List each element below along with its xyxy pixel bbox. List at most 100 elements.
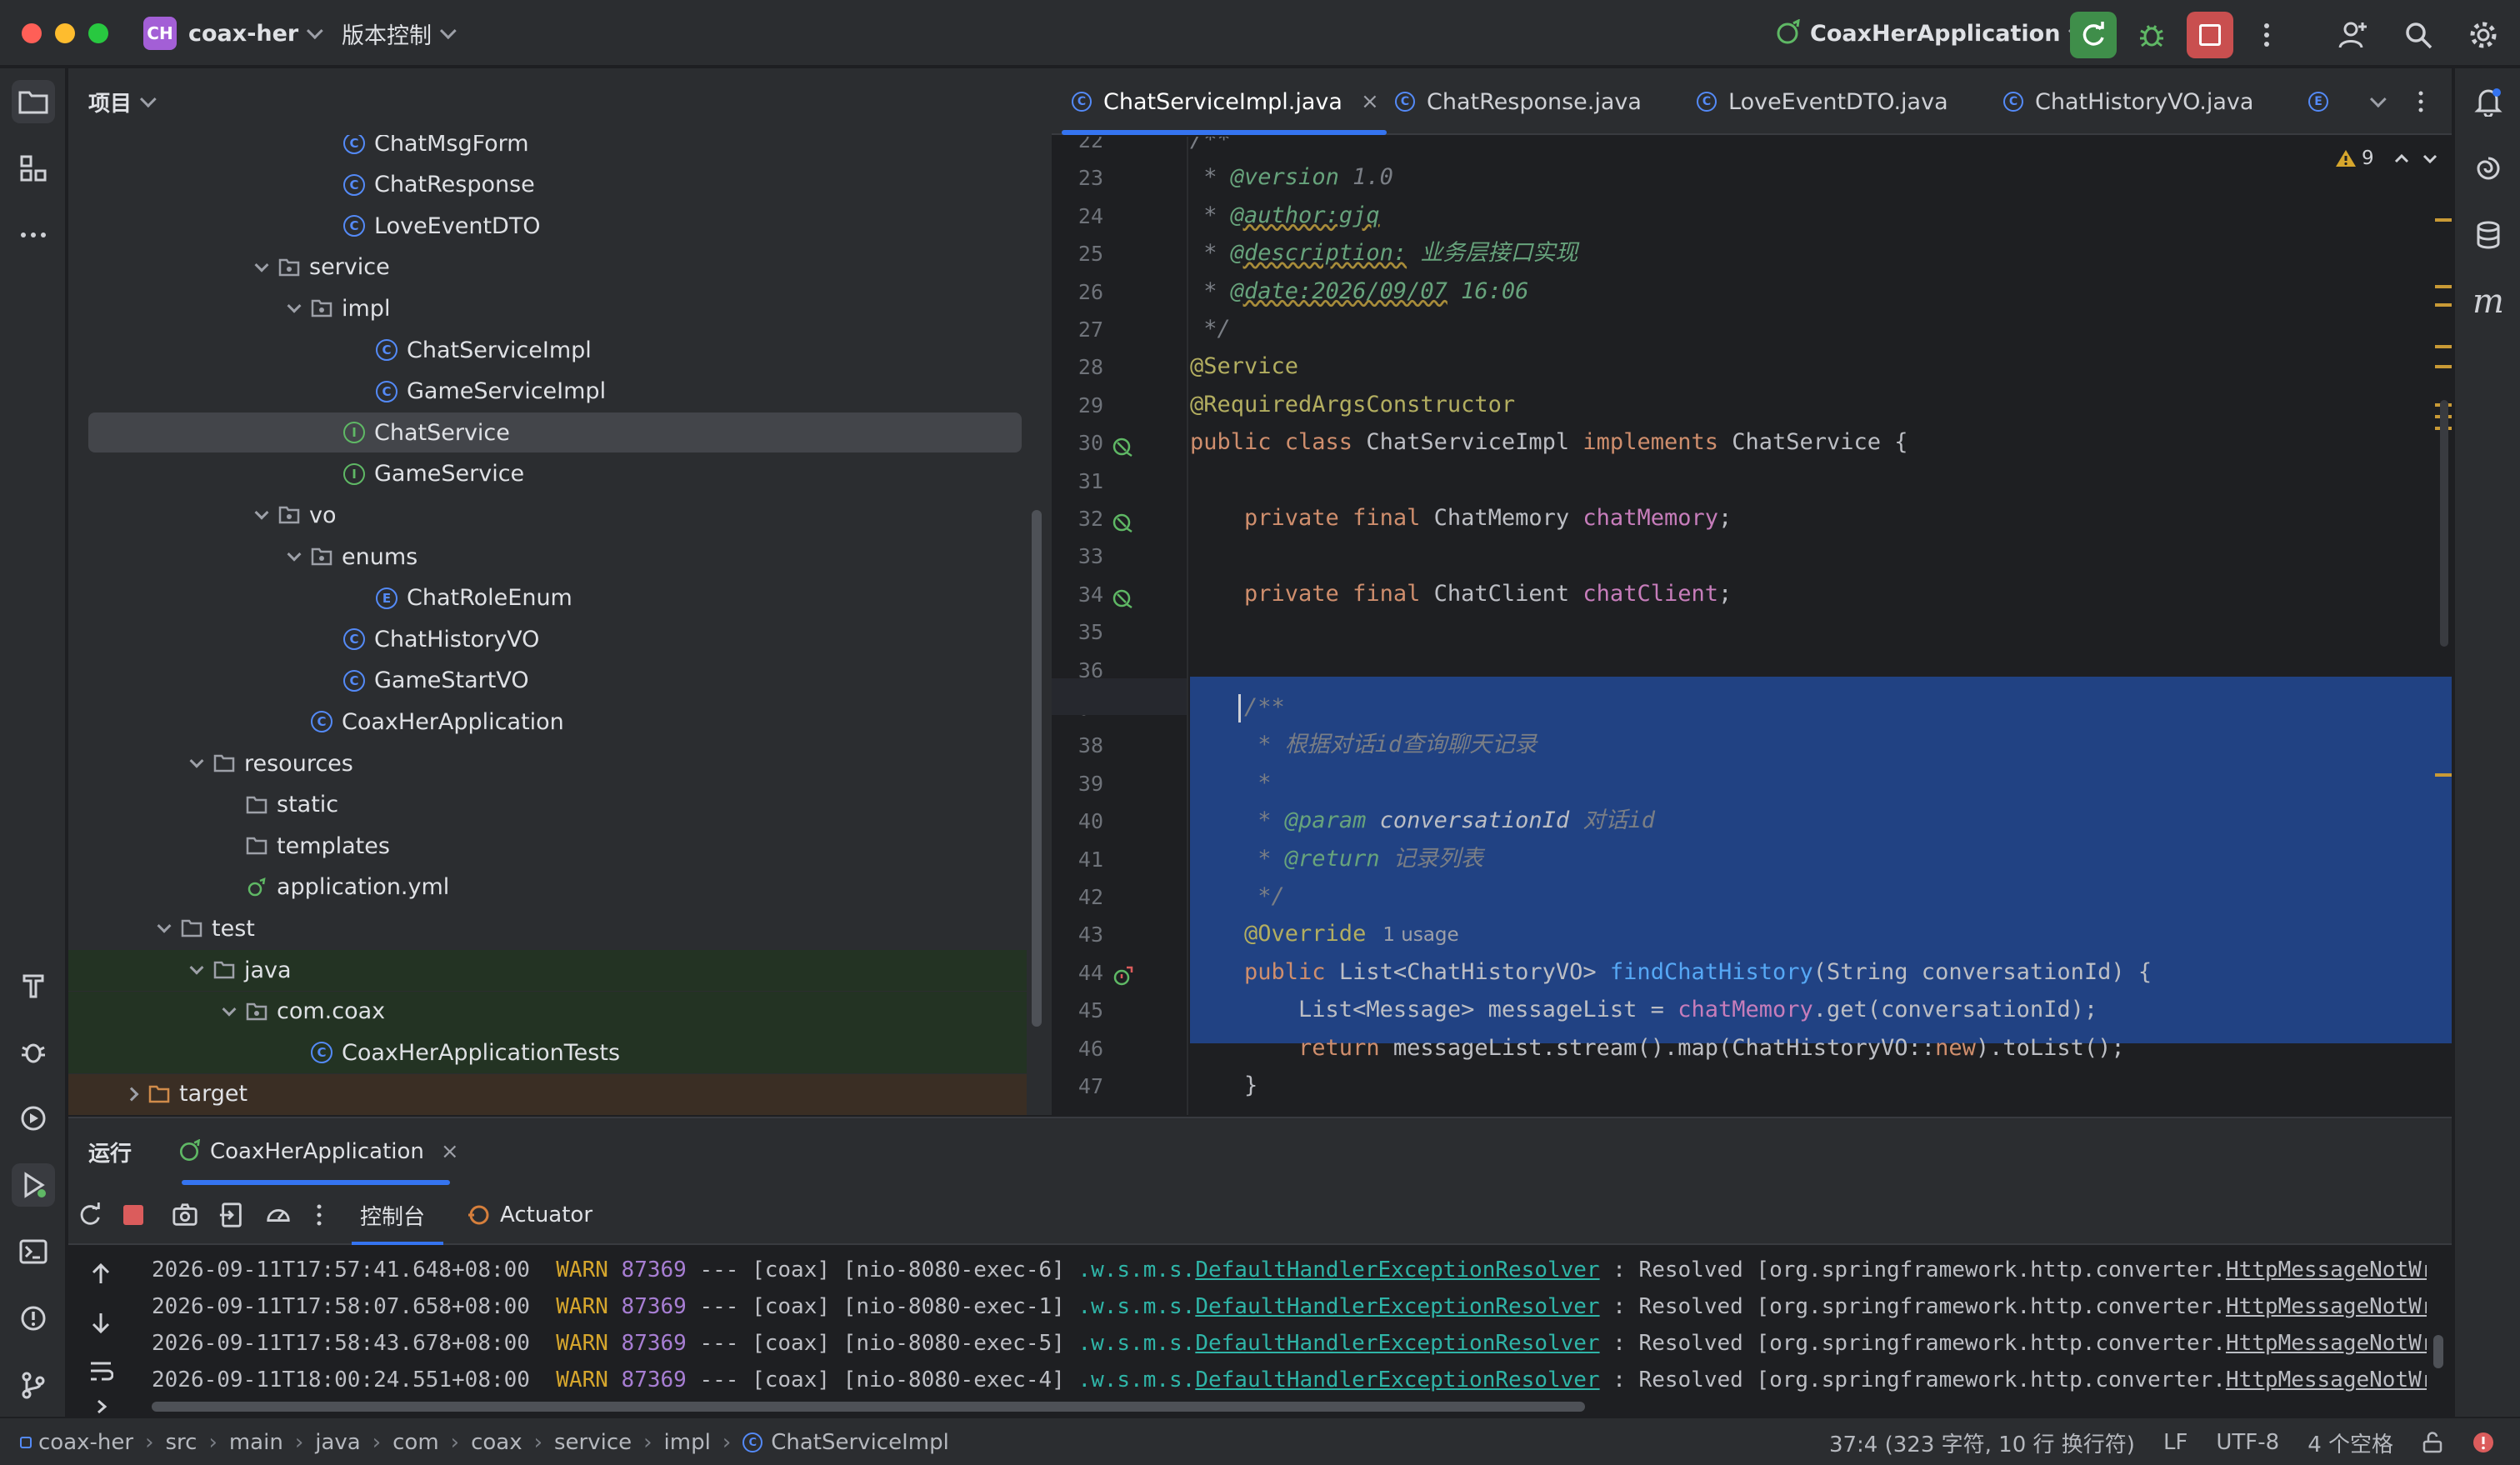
tree-item[interactable]: vo (88, 495, 1022, 535)
stop-button[interactable] (2187, 12, 2233, 58)
debug-button[interactable] (2128, 12, 2175, 58)
tree-item[interactable]: test (88, 908, 1022, 948)
git-tool-button[interactable] (12, 1363, 55, 1407)
spring-bean-icon[interactable] (1112, 436, 1133, 458)
log-logger-class[interactable]: DefaultHandlerExceptionResolver (1195, 1331, 1599, 1356)
more-tools-button[interactable] (12, 213, 55, 257)
tree-item[interactable]: service (88, 248, 1022, 288)
project-switcher[interactable]: CH coax-her (143, 0, 323, 67)
tabs-dropdown-button[interactable] (2369, 68, 2387, 135)
warning-mark[interactable] (2435, 773, 2452, 777)
tree-item[interactable]: C ChatMsgForm (88, 135, 1022, 163)
chevron-down-icon[interactable] (186, 752, 208, 774)
terminal-tool-button[interactable] (12, 1230, 55, 1273)
console-v-scrollbar[interactable] (2433, 1335, 2443, 1368)
tree-item[interactable]: application.yml (88, 868, 1022, 908)
lock-open-icon[interactable] (2422, 1432, 2443, 1453)
warning-mark[interactable] (2435, 345, 2452, 348)
indent-setting[interactable]: 4 个空格 (2308, 1428, 2393, 1458)
spring-bean-icon[interactable] (1112, 512, 1133, 533)
breadcrumb-item[interactable]: coax (471, 1430, 522, 1455)
warning-mark[interactable] (2435, 303, 2452, 307)
editor-scrollbar[interactable] (2440, 400, 2448, 647)
tree-item[interactable]: E ChatRoleEnum (88, 578, 1022, 618)
close-tab-icon[interactable]: × (1361, 89, 1379, 114)
build-tool-button[interactable] (12, 963, 55, 1007)
database-button[interactable] (2467, 213, 2510, 257)
warning-mark[interactable] (2435, 285, 2452, 288)
tree-item[interactable]: java (88, 950, 1022, 990)
account-button[interactable] (2330, 12, 2377, 58)
inspection-widget[interactable]: 9 (2335, 143, 2439, 173)
chevron-down-icon[interactable] (283, 546, 305, 568)
chevron-down-icon[interactable] (186, 959, 208, 981)
rerun-button[interactable] (2070, 12, 2117, 58)
chevron-up-icon[interactable] (2392, 149, 2411, 168)
tree-item[interactable]: enums (88, 537, 1022, 577)
log-logger-class[interactable]: DefaultHandlerExceptionResolver (1195, 1258, 1599, 1282)
chevron-down-icon[interactable] (251, 504, 272, 526)
line-separator[interactable]: LF (2163, 1430, 2188, 1455)
tab-chatserviceimpl[interactable]: C ChatServiceImpl.java × (1072, 68, 1379, 135)
close-window-button[interactable] (22, 23, 42, 43)
error-stripe[interactable] (2435, 137, 2452, 1115)
breadcrumb-item[interactable]: C ChatServiceImpl (742, 1430, 949, 1455)
structure-tool-button[interactable] (12, 147, 55, 190)
caret-position[interactable]: 37:4 (323 字符, 10 行 换行符) (1829, 1428, 2135, 1458)
breadcrumb-item[interactable]: com (392, 1430, 439, 1455)
error-indicator-icon[interactable] (2472, 1431, 2495, 1454)
warning-mark[interactable] (2435, 218, 2452, 222)
project-panel-header[interactable]: 项目 (68, 68, 1052, 135)
chevron-down-icon[interactable] (218, 1001, 240, 1022)
log-exception-link[interactable]: HttpMessageNotWr (2226, 1331, 2427, 1356)
project-scrollbar[interactable] (1032, 510, 1042, 1027)
run-config-selector[interactable]: CoaxHerApplication (1773, 0, 2086, 67)
chevron-right-icon[interactable] (121, 1083, 142, 1105)
run-tool-button[interactable] (12, 1163, 55, 1207)
settings-button[interactable] (2460, 12, 2507, 58)
more-actions-button[interactable] (2243, 12, 2290, 58)
tree-item[interactable]: C GameServiceImpl (88, 372, 1022, 412)
breadcrumb-item[interactable]: impl (664, 1430, 711, 1455)
tab-chatresponse[interactable]: C ChatResponse.java (1395, 68, 1642, 135)
breadcrumb-item[interactable]: main (229, 1430, 283, 1455)
breadcrumb-item[interactable]: src (165, 1430, 197, 1455)
tree-item[interactable]: I GameService (88, 454, 1022, 494)
tree-item[interactable]: C CoaxHerApplication (88, 702, 1022, 742)
log-exception-link[interactable]: HttpMessageNotWr (2226, 1368, 2427, 1392)
breadcrumb-item[interactable]: java (315, 1430, 360, 1455)
chevron-down-icon[interactable] (283, 298, 305, 319)
tree-item[interactable]: C ChatServiceImpl (88, 330, 1022, 370)
tab-chathistoryvo[interactable]: C ChatHistoryVO.java (2003, 68, 2253, 135)
tabs-more-button[interactable] (2417, 68, 2425, 135)
breadcrumb-item[interactable]: service (554, 1430, 632, 1455)
problems-tool-button[interactable] (12, 1297, 55, 1340)
spring-bean-icon[interactable] (1112, 588, 1133, 609)
tree-item[interactable]: C LoveEventDTO (88, 206, 1022, 246)
debug-tool-button[interactable] (12, 1030, 55, 1073)
log-logger-class[interactable]: DefaultHandlerExceptionResolver (1195, 1294, 1599, 1319)
tree-item[interactable]: C GameStartVO (88, 661, 1022, 701)
minimize-window-button[interactable] (55, 23, 75, 43)
tree-item[interactable]: I ChatService (88, 412, 1022, 453)
console-h-scrollbar[interactable] (152, 1402, 1585, 1412)
services-tool-button[interactable] (12, 1097, 55, 1140)
code-editor[interactable]: 2223242526272829303132333435363738394041… (1052, 137, 2452, 1115)
chevron-down-icon[interactable] (251, 257, 272, 278)
ai-assistant-button[interactable] (2467, 147, 2510, 190)
file-encoding[interactable]: UTF-8 (2216, 1430, 2279, 1455)
zoom-window-button[interactable] (88, 23, 108, 43)
tab-enum-overflow[interactable]: E (2308, 68, 2340, 135)
project-tool-button[interactable] (12, 80, 55, 123)
tree-item[interactable]: C CoaxHerApplicationTests (88, 1032, 1022, 1072)
vcs-menu[interactable]: 版本控制 (342, 0, 457, 67)
tree-item[interactable]: com.coax (88, 992, 1022, 1032)
breadcrumb-item[interactable]: coax-her (20, 1430, 133, 1455)
override-marker-icon[interactable] (1112, 966, 1133, 988)
tab-loveeventdto[interactable]: C LoveEventDTO.java (1697, 68, 1948, 135)
warning-mark[interactable] (2435, 365, 2452, 368)
notifications-button[interactable] (2467, 80, 2510, 123)
chevron-down-icon[interactable] (153, 918, 175, 939)
log-exception-link[interactable]: HttpMessageNotWr (2226, 1294, 2427, 1319)
tree-item[interactable]: C ChatResponse (88, 165, 1022, 205)
